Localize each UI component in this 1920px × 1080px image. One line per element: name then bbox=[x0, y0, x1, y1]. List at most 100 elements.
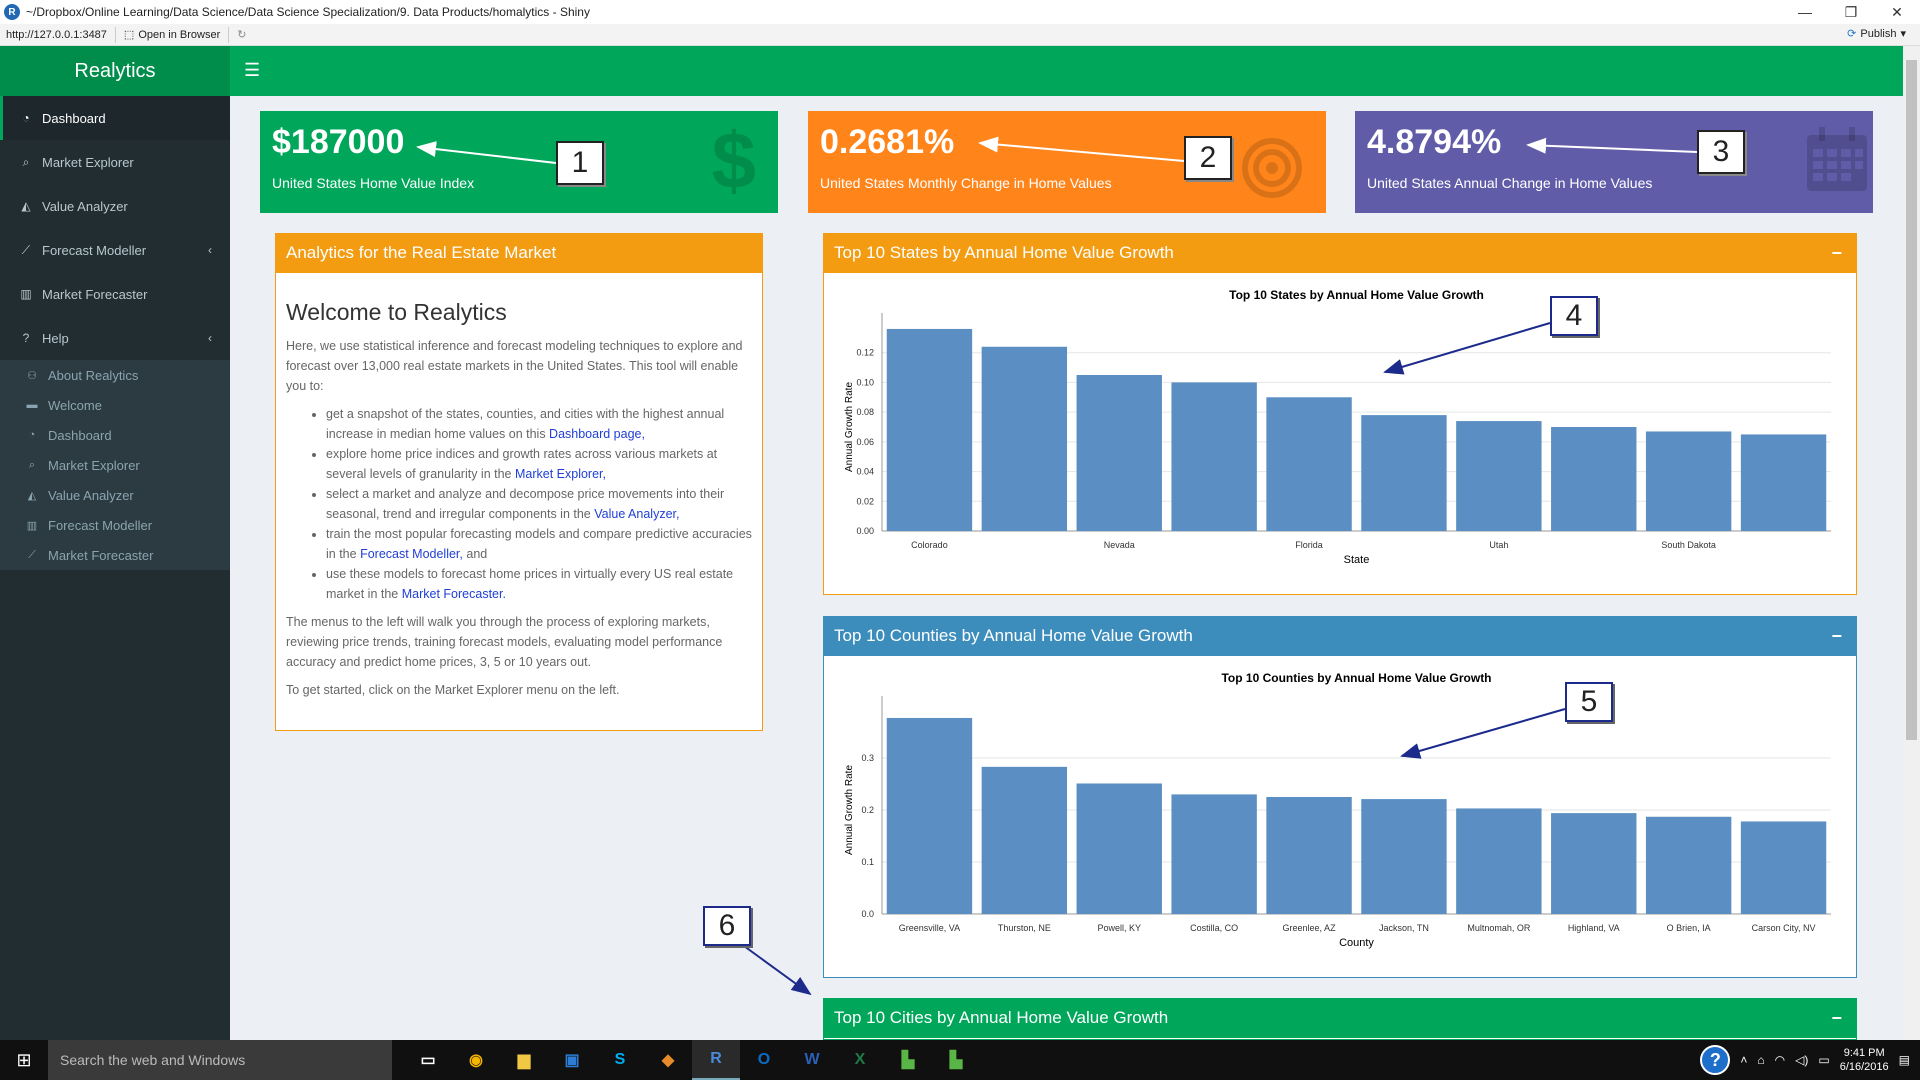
sidebar-item-market-explorer[interactable]: ⌕ Market Explorer bbox=[0, 140, 230, 184]
subitem-value-analyzer[interactable]: ◭ Value Analyzer bbox=[0, 480, 230, 510]
notifications-icon[interactable]: ▤ bbox=[1899, 1053, 1910, 1067]
box-header: Top 10 States by Annual Home Value Growt… bbox=[824, 233, 1856, 273]
chevron-up-icon[interactable]: ˄ bbox=[1740, 1053, 1747, 1067]
browser-icon: ⬚ bbox=[123, 29, 135, 41]
sidebar-item-forecast-modeller[interactable]: ⟋ Forecast Modeller ‹ bbox=[0, 228, 230, 272]
help-submenu: ⚇ About Realytics ▬ Welcome ◔ Dashboard ⌕ Ma… bbox=[0, 360, 230, 570]
viewer-toolbar: http://127.0.0.1:3487 ⬚ Open in Browser ↻… bbox=[0, 24, 1920, 46]
x-tick-label: Thurston, NE bbox=[998, 923, 1051, 933]
sidebar-toggle-icon[interactable]: ☰ bbox=[244, 60, 260, 81]
task-view-icon[interactable]: ▭ bbox=[404, 1040, 452, 1080]
bar bbox=[1551, 427, 1637, 531]
collapse-button[interactable]: − bbox=[1831, 1008, 1842, 1029]
file-explorer-icon[interactable]: ▆ bbox=[500, 1040, 548, 1080]
excel-icon[interactable]: X bbox=[836, 1040, 884, 1080]
chevron-down-icon: ▾ bbox=[1900, 28, 1906, 40]
rstudio-icon[interactable]: R bbox=[692, 1040, 740, 1080]
sidebar-item-value-analyzer[interactable]: ◭ Value Analyzer bbox=[0, 184, 230, 228]
evernote-icon[interactable]: ▙ bbox=[932, 1040, 980, 1080]
box-header: Top 10 Counties by Annual Home Value Gro… bbox=[824, 616, 1856, 656]
git-icon[interactable]: ◆ bbox=[644, 1040, 692, 1080]
subitem-market-explorer[interactable]: ⌕ Market Explorer bbox=[0, 450, 230, 480]
x-axis-label: State bbox=[1344, 554, 1370, 566]
word-icon[interactable]: W bbox=[788, 1040, 836, 1080]
x-tick-label: Florida bbox=[1295, 540, 1323, 550]
publish-button[interactable]: ⟳ Publish ▾ bbox=[1847, 27, 1906, 41]
taskbar-search[interactable]: Search the web and Windows bbox=[48, 1040, 392, 1080]
welcome-para2: The menus to the left will walk you thro… bbox=[286, 615, 723, 669]
rstudio-icon: R bbox=[4, 4, 20, 20]
subitem-welcome[interactable]: ▬ Welcome bbox=[0, 390, 230, 420]
collapse-button[interactable]: − bbox=[1831, 626, 1842, 647]
collapse-button[interactable]: − bbox=[1831, 243, 1842, 264]
subitem-market-forecaster[interactable]: ⟋ Market Forecaster bbox=[0, 540, 230, 570]
address-text[interactable]: http://127.0.0.1:3487 bbox=[6, 29, 107, 41]
x-tick-label: Jackson, TN bbox=[1379, 923, 1429, 933]
volume-icon[interactable]: ◁) bbox=[1795, 1053, 1808, 1067]
y-tick-label: 0.12 bbox=[856, 348, 874, 358]
dashboard-link[interactable]: Dashboard page, bbox=[549, 427, 645, 441]
y-tick-label: 0.00 bbox=[856, 526, 874, 536]
windows-start-icon[interactable]: ⊞ bbox=[0, 1040, 48, 1080]
forecast-modeller-link[interactable]: Forecast Modeller, bbox=[360, 547, 463, 561]
sidebar-item-dashboard[interactable]: ◔ Dashboard bbox=[0, 96, 230, 140]
refresh-icon[interactable]: ↻ bbox=[237, 28, 246, 41]
welcome-box: Analytics for the Real Estate Market Wel… bbox=[275, 233, 763, 731]
market-explorer-link[interactable]: Market Explorer, bbox=[515, 467, 606, 481]
window-controls: — ❐ ✕ bbox=[1782, 0, 1920, 24]
subitem-dashboard[interactable]: ◔ Dashboard bbox=[0, 420, 230, 450]
y-tick-label: 0.3 bbox=[861, 753, 874, 763]
bar bbox=[1456, 808, 1542, 914]
question-circle-icon: ? bbox=[22, 331, 30, 345]
help-icon[interactable]: ? bbox=[1700, 1045, 1731, 1075]
chrome-icon[interactable]: ◉ bbox=[452, 1040, 500, 1080]
bar bbox=[981, 346, 1068, 531]
info-box-value: 4.8794% bbox=[1367, 123, 1502, 161]
y-tick-label: 0.06 bbox=[856, 437, 874, 447]
info-box-home-value-index: $187000 United States Home Value Index $ bbox=[260, 111, 778, 213]
search-icon: ⌕ bbox=[28, 458, 36, 471]
app-logo[interactable]: Realytics bbox=[0, 46, 230, 96]
window-titlebar: R ~/Dropbox/Online Learning/Data Science… bbox=[0, 0, 1920, 24]
y-axis-label: Annual Growth Rate bbox=[844, 765, 855, 855]
close-icon[interactable]: ✕ bbox=[1874, 0, 1920, 24]
bar bbox=[1171, 794, 1257, 914]
x-tick-label: Highland, VA bbox=[1568, 923, 1620, 933]
open-in-browser-button[interactable]: ⬚ Open in Browser bbox=[123, 28, 220, 42]
y-tick-label: 0.1 bbox=[861, 857, 874, 867]
sidebar-item-market-forecaster[interactable]: ▥ Market Forecaster bbox=[0, 272, 230, 316]
evernote-icon[interactable]: ▙ bbox=[884, 1040, 932, 1080]
counties-chart: Top 10 Counties by Annual Home Value Gro… bbox=[824, 656, 1856, 981]
calendar-icon bbox=[1805, 125, 1869, 210]
store-icon[interactable]: ▣ bbox=[548, 1040, 596, 1080]
bar bbox=[1361, 799, 1447, 914]
minimize-icon[interactable]: — bbox=[1782, 0, 1828, 24]
dashboard-icon: ◔ bbox=[22, 111, 30, 125]
wifi-icon[interactable]: ◠ bbox=[1775, 1053, 1785, 1067]
value-analyzer-link[interactable]: Value Analyzer, bbox=[594, 507, 679, 521]
outlook-icon[interactable]: O bbox=[740, 1040, 788, 1080]
clock[interactable]: 9:41 PM 6/16/2016 bbox=[1840, 1046, 1889, 1074]
subitem-about[interactable]: ⚇ About Realytics bbox=[0, 360, 230, 390]
restore-icon[interactable]: ❐ bbox=[1828, 0, 1874, 24]
dollar-icon: $ bbox=[711, 116, 757, 205]
info-box-label: United States Annual Change in Home Valu… bbox=[1367, 175, 1653, 191]
bar bbox=[1740, 434, 1827, 531]
scrollbar-thumb[interactable] bbox=[1906, 60, 1917, 740]
welcome-intro: Here, we use statistical inference and f… bbox=[286, 339, 743, 393]
info-box-annual-change: 4.8794% United States Annual Change in H… bbox=[1355, 111, 1873, 213]
y-tick-label: 0.10 bbox=[856, 377, 874, 387]
bar bbox=[1456, 421, 1542, 531]
x-tick-label: Utah bbox=[1489, 540, 1508, 550]
info-box-value: $187000 bbox=[272, 123, 405, 161]
market-forecaster-link[interactable]: Market Forecaster. bbox=[402, 587, 506, 601]
list-item: select a market and analyze and decompos… bbox=[326, 484, 752, 524]
x-tick-label: South Dakota bbox=[1661, 540, 1716, 550]
keyboard-icon[interactable]: ▭ bbox=[1818, 1053, 1829, 1067]
feature-list: get a snapshot of the states, counties, … bbox=[326, 404, 752, 604]
sidebar-item-help[interactable]: ? Help ‹ bbox=[0, 316, 230, 360]
y-tick-label: 0.04 bbox=[856, 467, 874, 477]
network-icon[interactable]: ⌂ bbox=[1757, 1053, 1764, 1067]
subitem-forecast-modeller[interactable]: ▥ Forecast Modeller bbox=[0, 510, 230, 540]
skype-icon[interactable]: S bbox=[596, 1040, 644, 1080]
